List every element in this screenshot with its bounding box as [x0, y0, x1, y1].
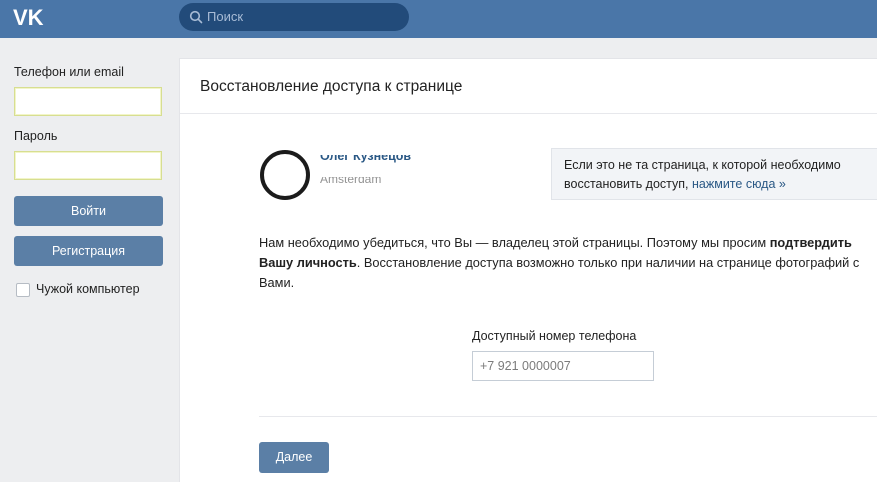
login-sidebar: Телефон или email Пароль Войти Регистрац… — [0, 38, 178, 482]
top-bar: VK Поиск — [0, 0, 877, 38]
search-icon — [189, 10, 203, 24]
page-title: Восстановление доступа к странице — [200, 78, 463, 95]
verification-message: Нам необходимо убедиться, что Вы — владе… — [259, 233, 877, 293]
recovery-panel: Восстановление доступа к странице Олег К… — [179, 58, 877, 482]
notice-link[interactable]: нажмите сюда » — [692, 177, 786, 191]
header-divider — [180, 113, 877, 114]
foreign-computer-checkbox[interactable] — [16, 283, 30, 297]
wrong-page-notice: Если это не та страница, к которой необх… — [551, 148, 877, 200]
foreign-computer-label[interactable]: Чужой компьютер — [36, 282, 140, 296]
password-input[interactable] — [14, 151, 162, 180]
user-city-text: Amsterdam — [320, 177, 382, 186]
register-button[interactable]: Регистрация — [14, 236, 163, 266]
phone-number-input[interactable] — [472, 351, 654, 381]
phone-email-label: Телефон или email — [14, 65, 124, 79]
password-label: Пароль — [14, 129, 58, 143]
svg-text:VK: VK — [13, 6, 44, 28]
search-box[interactable]: Поиск — [179, 3, 409, 31]
message-start: Нам необходимо убедиться, что Вы — владе… — [259, 235, 770, 250]
phone-number-label: Доступный номер телефона — [472, 329, 637, 343]
user-city: Amsterdam — [320, 177, 390, 189]
search-input[interactable]: Поиск — [207, 9, 243, 24]
user-name-text: Олег Кузнецов — [320, 155, 412, 163]
footer-divider — [259, 416, 877, 417]
phone-email-input[interactable] — [14, 87, 162, 116]
login-button[interactable]: Войти — [14, 196, 163, 226]
user-name[interactable]: Олег Кузнецов — [320, 155, 430, 167]
next-button[interactable]: Далее — [259, 442, 329, 473]
vk-logo[interactable]: VK — [13, 6, 47, 28]
avatar[interactable] — [260, 150, 310, 200]
